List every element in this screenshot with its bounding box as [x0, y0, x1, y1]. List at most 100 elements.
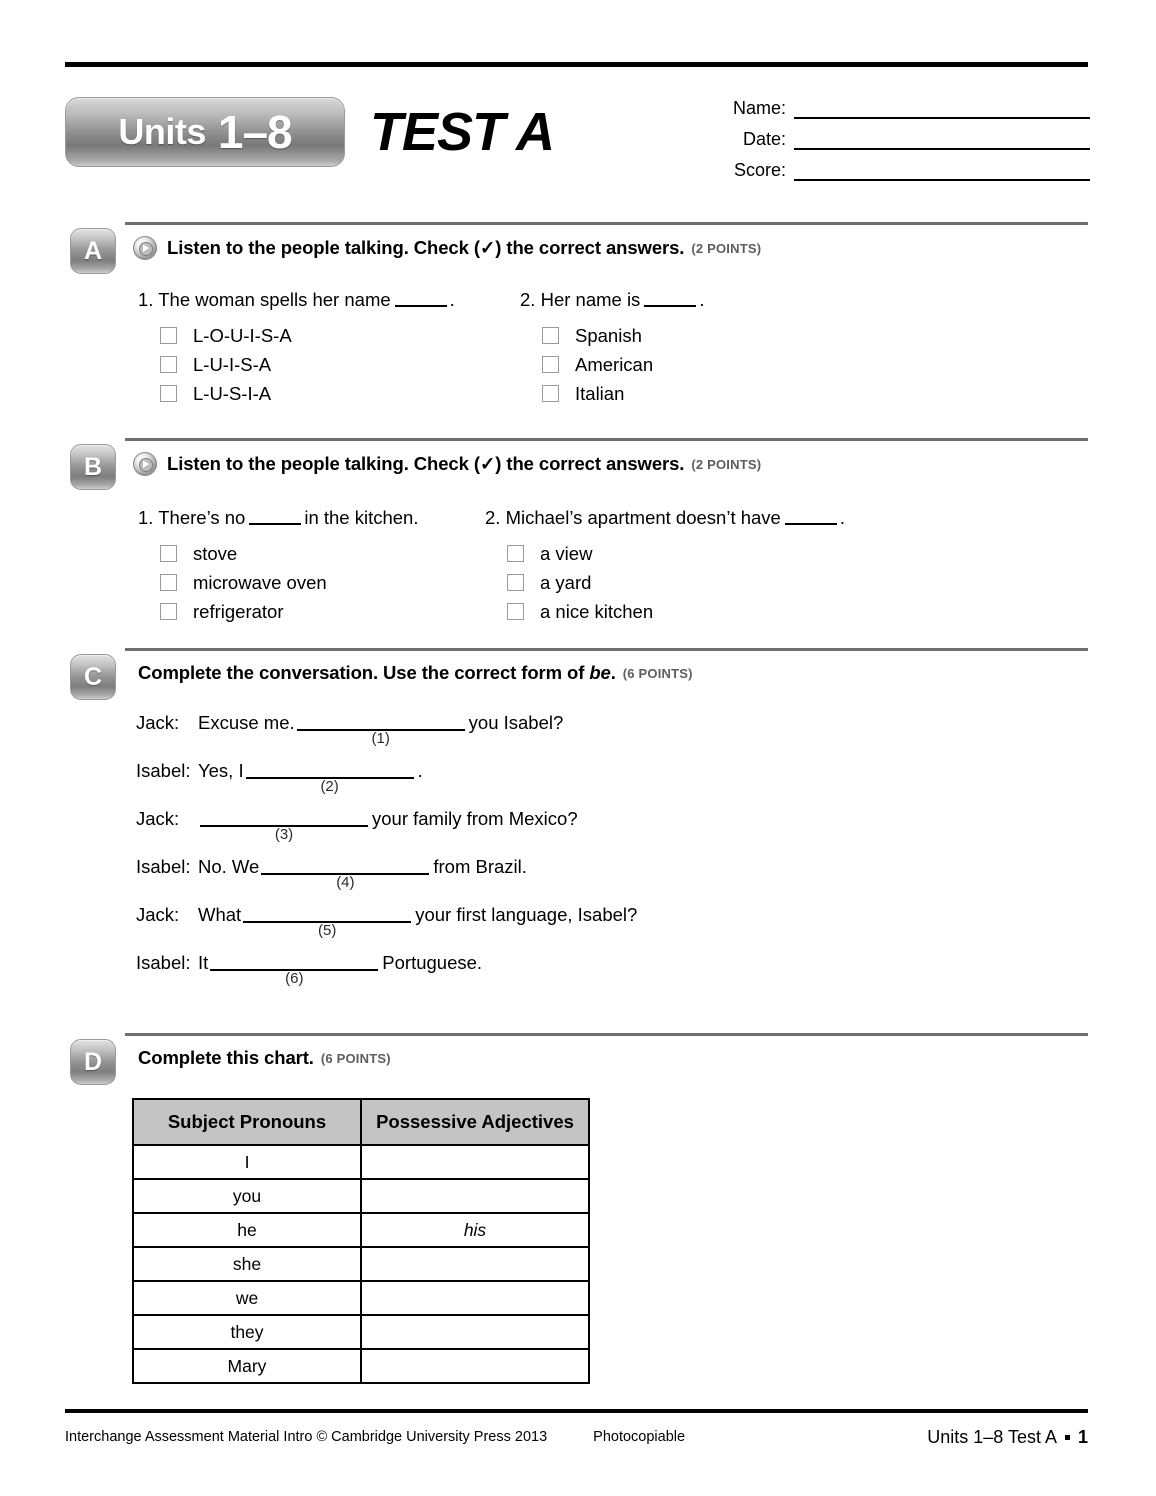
cell-pronoun: Mary	[132, 1348, 362, 1384]
cell-possessive-filled[interactable]: his	[360, 1212, 590, 1248]
option-row[interactable]: L-O-U-I-S-A	[160, 321, 455, 350]
date-label: Date:	[742, 129, 786, 149]
answer-blank[interactable]: (6)	[210, 950, 379, 987]
option-row[interactable]: microwave oven	[160, 568, 418, 597]
checkbox-icon[interactable]	[507, 545, 524, 562]
blank-number: (4)	[336, 874, 355, 891]
date-field-row: Date:	[700, 119, 1090, 150]
answer-blank[interactable]: (3)	[200, 806, 368, 843]
option-row[interactable]: a nice kitchen	[507, 597, 845, 626]
option-row[interactable]: refrigerator	[160, 597, 418, 626]
cell-possessive-blank[interactable]	[360, 1178, 590, 1214]
option-label: L-U-I-S-A	[193, 353, 272, 375]
line-text-after: Portuguese.	[382, 952, 483, 973]
checkbox-icon[interactable]	[160, 574, 177, 591]
table-row: she	[132, 1246, 590, 1282]
line-text-after: your first language, Isabel?	[415, 904, 638, 925]
answer-blank[interactable]	[784, 508, 837, 525]
blank-number: (3)	[274, 826, 294, 843]
question-a1: 1. The woman spells her name. L-O-U-I-S-…	[138, 288, 455, 408]
checkbox-icon[interactable]	[542, 327, 559, 344]
section-b-questions: 1. There’s no in the kitchen. stove micro…	[0, 506, 1156, 626]
section-a-questions: 1. The woman spells her name. L-O-U-I-S-…	[0, 288, 1156, 408]
cell-possessive-blank[interactable]	[360, 1348, 590, 1384]
blank-number: (1)	[371, 730, 390, 747]
question-b2-options: a view a yard a nice kitchen	[507, 539, 845, 626]
question-b2-stem: 2. Michael’s apartment doesn’t have.	[485, 506, 845, 530]
conversation-line: Isabel: No. We (4) from Brazil.	[136, 854, 637, 902]
checkbox-icon[interactable]	[160, 327, 177, 344]
conversation-line: Isabel: It (6) Portuguese.	[136, 950, 637, 998]
cell-possessive-blank[interactable]	[360, 1144, 590, 1180]
option-row[interactable]: a view	[507, 539, 845, 568]
section-a-instruction: Listen to the people talking. Check (✓) …	[133, 236, 761, 260]
question-a1-text-after: .	[449, 289, 455, 310]
score-label: Score:	[733, 160, 786, 180]
cell-possessive-blank[interactable]	[360, 1246, 590, 1282]
answer-blank[interactable]	[394, 290, 447, 307]
question-a1-stem: 1. The woman spells her name.	[138, 288, 455, 312]
conversation-line: Jack: (3) your family from Mexico?	[136, 806, 637, 854]
name-input-line[interactable]	[794, 99, 1090, 119]
question-b1: 1. There’s no in the kitchen. stove micro…	[138, 506, 418, 626]
option-row[interactable]: American	[542, 350, 704, 379]
option-label: Spanish	[575, 324, 642, 346]
checkbox-icon[interactable]	[542, 385, 559, 402]
points-badge: (6 POINTS)	[622, 665, 693, 681]
option-row[interactable]: Italian	[542, 379, 704, 408]
student-info-block: Name: Date: Score:	[700, 88, 1090, 181]
checkbox-icon[interactable]	[160, 356, 177, 373]
option-row[interactable]: Spanish	[542, 321, 704, 350]
section-divider	[125, 1033, 1088, 1036]
units-badge: Units 1–8	[65, 97, 345, 167]
audio-play-icon	[133, 452, 157, 476]
table-row: he his	[132, 1212, 590, 1248]
answer-blank[interactable]: (1)	[296, 710, 465, 747]
option-row[interactable]: stove	[160, 539, 418, 568]
option-label: microwave oven	[193, 571, 327, 593]
instruction-text-post: .	[610, 662, 616, 683]
score-field-row: Score:	[700, 150, 1090, 181]
line-text-before: Excuse me.	[198, 712, 295, 733]
footer-right: Units 1–8 Test A 1	[927, 1427, 1088, 1448]
question-a1-number: 1.	[138, 289, 154, 310]
option-row[interactable]: L-U-S-I-A	[160, 379, 455, 408]
footer-test-label: Units 1–8 Test A	[927, 1426, 1057, 1447]
checkbox-icon[interactable]	[160, 385, 177, 402]
cell-possessive-blank[interactable]	[360, 1280, 590, 1316]
table-row: I	[132, 1144, 590, 1180]
conversation-exercise: Jack: Excuse me. (1) you Isabel? Isabel: Yes…	[136, 710, 637, 998]
checkbox-icon[interactable]	[542, 356, 559, 373]
checkbox-icon[interactable]	[507, 603, 524, 620]
photocopiable-text: Photocopiable	[593, 1429, 686, 1445]
question-a2: 2. Her name is. Spanish American Italian	[520, 288, 704, 408]
checkbox-icon[interactable]	[507, 574, 524, 591]
answer-blank[interactable]: (5)	[243, 902, 412, 939]
line-text-before: What	[198, 904, 242, 925]
option-label: a yard	[540, 571, 592, 593]
date-input-line[interactable]	[794, 130, 1090, 150]
section-c-instruction: Complete the conversation. Use the corre…	[138, 662, 693, 684]
option-row[interactable]: L-U-I-S-A	[160, 350, 455, 379]
option-row[interactable]: a yard	[507, 568, 845, 597]
checkbox-icon[interactable]	[160, 545, 177, 562]
speaker-label: Isabel:	[136, 760, 191, 781]
question-a2-stem: 2. Her name is.	[520, 288, 704, 312]
section-b-instruction: Listen to the people talking. Check (✓) …	[133, 452, 761, 476]
question-a1-text: The woman spells her name	[158, 289, 391, 310]
answer-blank[interactable]: (4)	[261, 854, 430, 891]
units-label: Units	[118, 111, 206, 152]
answer-blank[interactable]: (2)	[245, 758, 414, 795]
checkbox-icon[interactable]	[160, 603, 177, 620]
speaker-label: Jack:	[136, 712, 180, 733]
question-b1-number: 1.	[138, 507, 154, 528]
line-text-after: .	[417, 760, 423, 781]
cell-possessive-blank[interactable]	[360, 1314, 590, 1350]
score-input-line[interactable]	[794, 161, 1090, 181]
conversation-line: Isabel: Yes, I (2).	[136, 758, 637, 806]
answer-blank[interactable]	[644, 290, 697, 307]
line-text-after: you Isabel?	[468, 712, 564, 733]
answer-blank[interactable]	[249, 508, 302, 525]
section-divider	[125, 648, 1088, 651]
points-badge: (2 POINTS)	[691, 240, 762, 256]
